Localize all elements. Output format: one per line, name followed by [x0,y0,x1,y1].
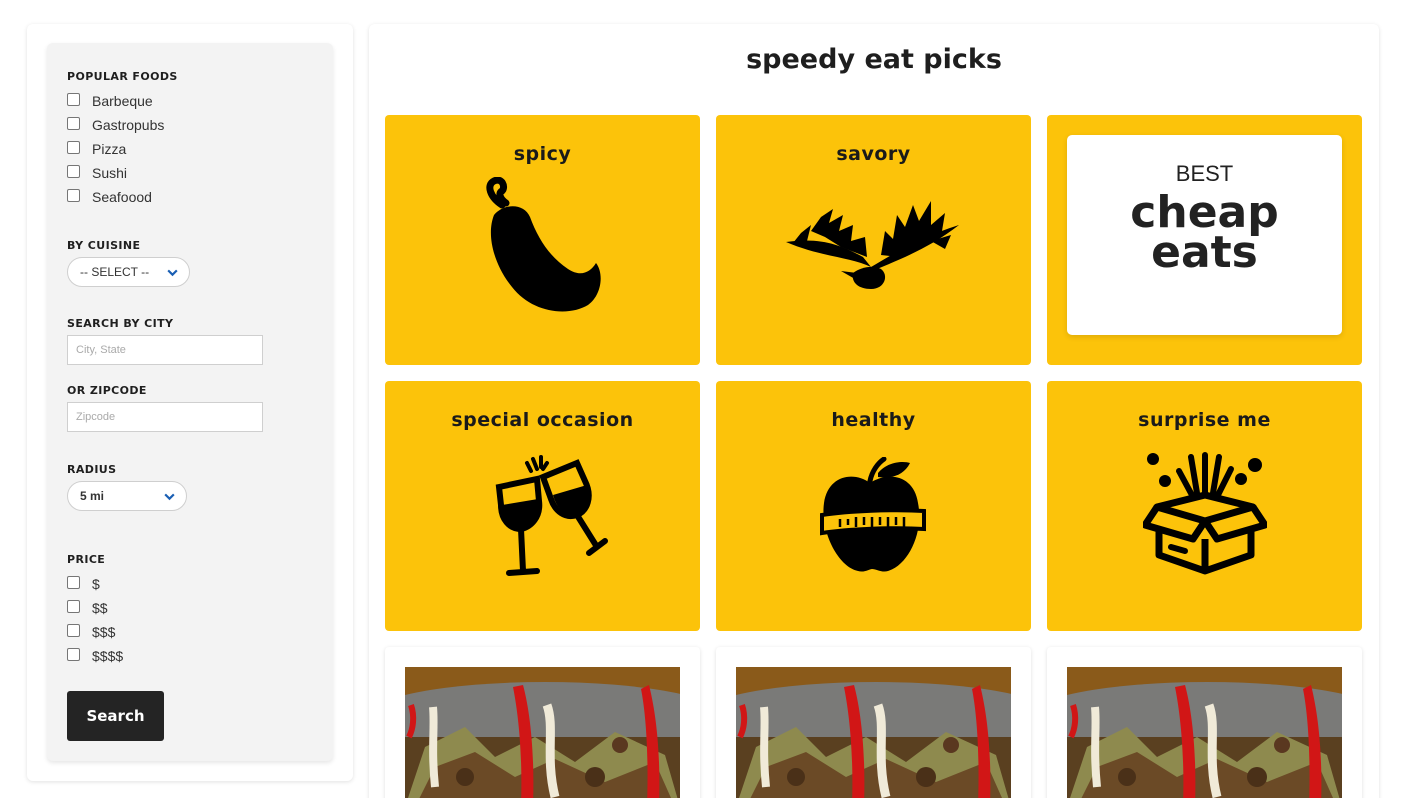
zip-heading: OR ZIPCODE [67,384,147,397]
tile-surprise-me[interactable]: surprise me [1047,381,1362,631]
restaurant-card[interactable] [716,647,1031,798]
tile-special-occasion[interactable]: special occasion [385,381,700,631]
restaurant-card[interactable] [385,647,700,798]
checkbox-label: $$ [92,600,108,616]
tile-label: savory [836,143,911,165]
cheap-eats-line2: eats [1151,227,1258,278]
checkbox-label: Seafoood [92,189,152,205]
radius-select[interactable]: 5 mi [67,481,187,511]
checkbox-label: Sushi [92,165,128,181]
food-photo [736,667,1011,798]
checkbox-box[interactable] [67,165,80,178]
checkbox-price-4[interactable]: $$$$ [67,646,123,666]
tile-spicy[interactable]: spicy [385,115,700,365]
radius-heading: RADIUS [67,463,117,476]
tile-label: healthy [831,409,916,431]
tile-healthy[interactable]: healthy [716,381,1031,631]
radius-select-value: 5 mi [80,489,105,503]
checkbox-label: $$$ [92,624,116,640]
cuisine-select[interactable]: -- SELECT -- [67,257,190,287]
popular-foods-heading: POPULAR FOODS [67,70,178,83]
tile-label: special occasion [451,409,634,431]
tile-cheap-eats[interactable]: BEST cheap eats [1047,115,1362,365]
chili-pepper-icon [486,177,601,312]
zipcode-input[interactable]: Zipcode [67,402,263,432]
cuisine-select-value: -- SELECT -- [80,265,150,279]
checkbox-seafood[interactable]: Seafoood [67,187,152,207]
checkbox-price-1[interactable]: $ [67,574,100,594]
checkbox-box[interactable] [67,576,80,589]
checkbox-barbeque[interactable]: Barbeque [67,91,153,111]
checkbox-label: $$$$ [92,648,124,664]
checkbox-label: Pizza [92,141,127,157]
champagne-glasses-icon [495,455,608,576]
cheap-eats-best: BEST [1175,161,1234,186]
checkbox-box[interactable] [67,600,80,613]
city-input[interactable]: City, State [67,335,263,365]
checkbox-box[interactable] [67,648,80,661]
city-heading: SEARCH BY CITY [67,317,174,330]
search-button[interactable]: Search [67,691,164,741]
tile-label: surprise me [1138,409,1271,431]
checkbox-gastropubs[interactable]: Gastropubs [67,115,164,135]
checkbox-price-3[interactable]: $$$ [67,622,115,642]
checkbox-box[interactable] [67,117,80,130]
price-heading: PRICE [67,553,106,566]
apple-measuring-tape-icon [820,457,926,572]
food-photo [1067,667,1342,798]
tile-label: spicy [513,143,572,165]
checkbox-box[interactable] [67,93,80,106]
cheap-eats-card: BEST cheap eats [1067,135,1342,335]
checkbox-label: $ [92,576,100,592]
checkbox-label: Gastropubs [92,117,165,133]
page-title: speedy eat picks [746,44,1002,75]
checkbox-sushi[interactable]: Sushi [67,163,127,183]
checkbox-price-2[interactable]: $$ [67,598,108,618]
checkbox-pizza[interactable]: Pizza [67,139,126,159]
checkbox-label: Barbeque [92,93,153,109]
tile-savory[interactable]: savory [716,115,1031,365]
checkbox-box[interactable] [67,624,80,637]
food-photo [405,667,680,798]
chevron-down-icon [167,269,178,277]
herbs-icon [786,201,959,289]
gift-box-icon [1143,452,1267,575]
checkbox-box[interactable] [67,189,80,202]
cuisine-heading: BY CUISINE [67,239,141,252]
checkbox-box[interactable] [67,141,80,154]
restaurant-card[interactable] [1047,647,1362,798]
chevron-down-icon [164,493,175,501]
